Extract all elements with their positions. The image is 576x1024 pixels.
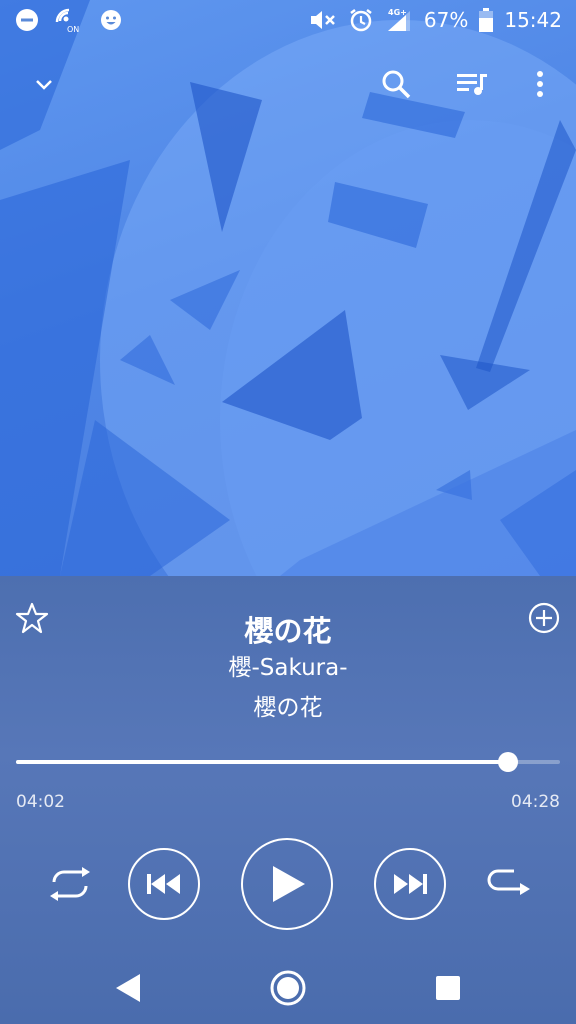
clock: 15:42: [504, 8, 562, 32]
battery-icon: [478, 7, 494, 33]
total-time: 04:28: [511, 792, 560, 812]
alarm-icon: [348, 7, 374, 33]
nfc-icon: ON: [54, 7, 84, 33]
elapsed-time: 04:02: [16, 792, 65, 812]
queue-music-icon: [457, 74, 487, 95]
artist-name: 櫻の花: [253, 695, 323, 721]
status-bar: ON 4G+ 67% 15:42: [0, 0, 576, 40]
playback-controls: [0, 838, 576, 930]
previous-icon: [147, 874, 180, 894]
repeat-button[interactable]: [482, 860, 534, 908]
back-icon: [116, 974, 140, 1002]
network-type: 4G+: [388, 8, 407, 17]
battery-percent: 67%: [423, 8, 469, 32]
recents-icon: [436, 976, 460, 1000]
home-button[interactable]: [262, 962, 314, 1014]
do-not-disturb-icon: [14, 7, 40, 33]
nfc-label: ON: [67, 25, 79, 33]
system-navigation-bar: [0, 952, 576, 1024]
seek-bar-progress: [16, 760, 508, 764]
more-options-button[interactable]: [512, 56, 568, 112]
track-title: 櫻の花: [244, 614, 332, 648]
recents-button[interactable]: [422, 962, 474, 1014]
track-header: 櫻の花: [0, 590, 576, 650]
shuffle-icon: [50, 867, 90, 901]
mute-icon: [308, 7, 338, 33]
now-playing-panel: 櫻の花 櫻-Sakura- 櫻の花 04:02 04:28: [0, 576, 576, 1024]
play-button[interactable]: [241, 838, 333, 930]
search-icon: [382, 70, 411, 99]
chevron-down-icon: [36, 80, 52, 90]
album-name: 櫻-Sakura-: [228, 655, 348, 681]
emoji-icon: [98, 7, 124, 33]
play-icon: [273, 866, 305, 902]
previous-button[interactable]: [128, 848, 200, 920]
collapse-button[interactable]: [16, 56, 72, 112]
home-icon: [270, 970, 306, 1006]
shuffle-button[interactable]: [44, 860, 96, 908]
player-toolbar: [0, 56, 576, 112]
repeat-icon: [487, 869, 530, 895]
add-to-playlist-button[interactable]: [522, 596, 566, 640]
next-button[interactable]: [374, 848, 446, 920]
favorite-button[interactable]: [10, 596, 54, 640]
search-button[interactable]: [368, 56, 424, 112]
add-circle-icon: [528, 602, 560, 634]
next-icon: [394, 874, 427, 894]
star-icon: [15, 602, 49, 634]
seek-bar-thumb[interactable]: [497, 752, 518, 772]
back-button[interactable]: [102, 962, 154, 1014]
signal-icon: 4G+: [384, 7, 414, 33]
seek-bar[interactable]: [16, 752, 560, 772]
more-vert-icon: [537, 71, 543, 97]
queue-button[interactable]: [444, 56, 500, 112]
